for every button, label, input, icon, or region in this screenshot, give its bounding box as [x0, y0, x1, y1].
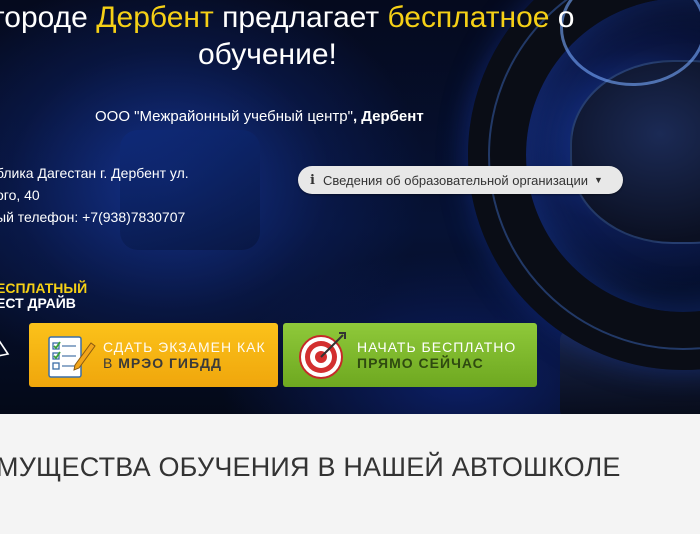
- start-line-1: НАЧАТЬ БЕСПЛАТНО: [357, 339, 517, 355]
- organization-name: ООО "Межрайонный учебный центр", Дербент: [95, 108, 424, 125]
- start-free-button[interactable]: НАЧАТЬ БЕСПЛАТНО ПРЯМО СЕЙЧАС: [283, 323, 537, 387]
- org-city-text: , Дербент: [352, 108, 424, 125]
- address-line-2: ого, 40: [0, 187, 40, 203]
- address-block: блика Дагестан г. Дербент ул. ого, 40 ый…: [0, 162, 189, 228]
- testdrive-line-2: ЕСТ ДРАЙВ: [0, 295, 76, 311]
- title-line2: обучение!: [198, 38, 337, 71]
- title-city: Дербент: [96, 1, 214, 34]
- org-info-dropdown-button[interactable]: i Сведения об образовательной организаци…: [298, 166, 623, 194]
- title-mid: предлагает: [213, 1, 388, 34]
- org-name-text: ООО "Межрайонный учебный центр": [95, 108, 353, 125]
- phone-line[interactable]: ый телефон: +7(938)7830707: [0, 206, 189, 228]
- exam-line-2-prefix: В: [103, 355, 119, 371]
- address-line-1: блика Дагестан г. Дербент ул.: [0, 165, 189, 181]
- arrow-icon: [0, 340, 10, 357]
- title-tail: о: [549, 1, 575, 34]
- start-line-2: ПРЯМО СЕЙЧАС: [357, 355, 484, 371]
- exam-button-text: СДАТЬ ЭКЗАМЕН КАК В МРЭО ГИБДД: [103, 339, 266, 371]
- hero-section: городе Дербент предлагает бесплатное о о…: [0, 0, 700, 414]
- advantages-section-title: МУЩЕСТВА ОБУЧЕНИЯ В НАШЕЙ АВТОШКОЛЕ: [0, 452, 621, 482]
- title-free: бесплатное: [387, 1, 550, 34]
- org-info-label: Сведения об образовательной организации: [322, 172, 588, 188]
- caret-down-icon: ▼: [593, 175, 603, 185]
- info-icon: i: [310, 172, 315, 188]
- exam-mreo-button[interactable]: СДАТЬ ЭКЗАМЕН КАК В МРЭО ГИБДД: [29, 323, 278, 387]
- checklist-icon: [48, 336, 96, 378]
- title-prefix: городе: [0, 1, 97, 34]
- free-testdrive-label[interactable]: ЕСПЛАТНЫЙ ЕСТ ДРАЙВ: [0, 281, 87, 311]
- exam-line-1: СДАТЬ ЭКЗАМЕН КАК: [103, 339, 266, 355]
- testdrive-line-1: ЕСПЛАТНЫЙ: [0, 280, 88, 296]
- target-icon: [299, 332, 346, 379]
- exam-line-2-bold: МРЭО ГИБДД: [118, 355, 222, 371]
- start-button-text: НАЧАТЬ БЕСПЛАТНО ПРЯМО СЕЙЧАС: [357, 339, 516, 371]
